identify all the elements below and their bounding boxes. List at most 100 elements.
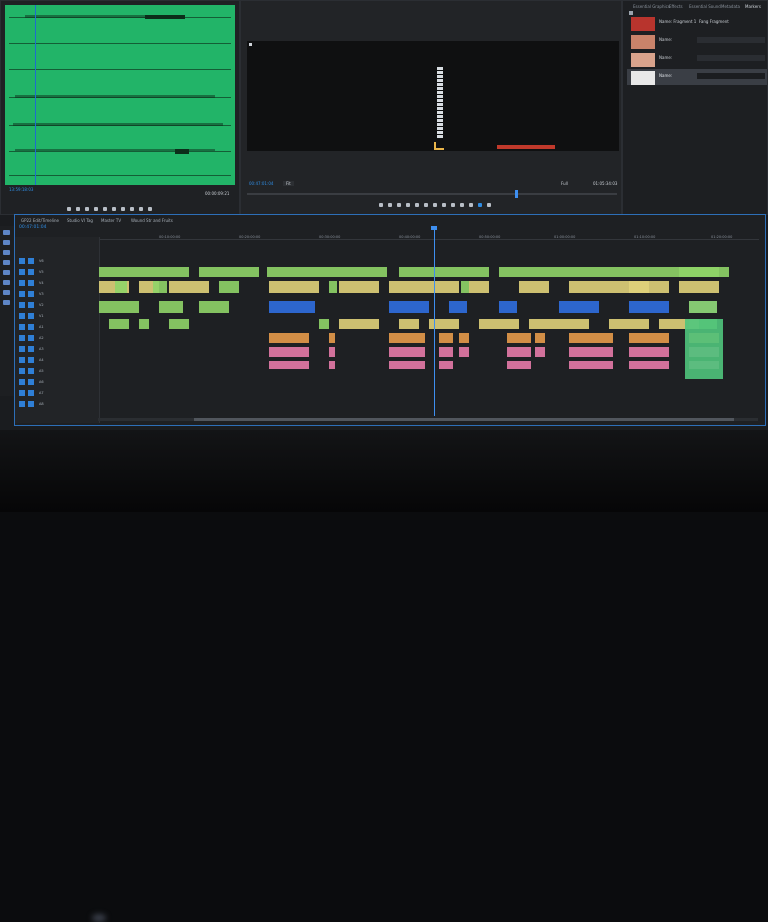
clip[interactable] bbox=[269, 347, 309, 357]
track-target-icon[interactable] bbox=[28, 324, 34, 330]
clip[interactable] bbox=[389, 347, 425, 357]
track-header-a2[interactable]: A2 bbox=[17, 334, 97, 343]
play-icon[interactable] bbox=[415, 203, 419, 207]
track-header-a6[interactable]: A6 bbox=[17, 378, 97, 387]
pen-tool-icon[interactable] bbox=[3, 280, 10, 285]
clip[interactable] bbox=[389, 333, 425, 343]
sequence-tab-active[interactable]: GP22 Edit/Timeline bbox=[21, 218, 59, 223]
program-viewer[interactable] bbox=[247, 41, 619, 151]
clip[interactable] bbox=[389, 361, 425, 369]
step-forward-icon[interactable] bbox=[112, 207, 116, 211]
lift-icon[interactable] bbox=[442, 203, 446, 207]
clip[interactable] bbox=[219, 281, 239, 293]
clip[interactable] bbox=[459, 333, 469, 343]
timeline-current-time[interactable]: 00:47:01:04 bbox=[19, 225, 46, 230]
sequence-tab[interactable]: Studio VI Tag bbox=[67, 218, 93, 223]
clip[interactable] bbox=[499, 301, 517, 313]
source-patch-icon[interactable] bbox=[19, 379, 25, 385]
slip-tool-icon[interactable] bbox=[3, 270, 10, 275]
export-frame-icon[interactable] bbox=[148, 207, 152, 211]
source-patch-icon[interactable] bbox=[19, 291, 25, 297]
marker-thumbnail[interactable] bbox=[631, 35, 655, 49]
tab-essential-graphics[interactable]: Essential Graphics bbox=[633, 4, 670, 9]
clip[interactable] bbox=[329, 347, 335, 357]
clip[interactable] bbox=[535, 347, 545, 357]
source-patch-icon[interactable] bbox=[19, 368, 25, 374]
tab-effects[interactable]: Effects bbox=[669, 4, 683, 9]
track-target-icon[interactable] bbox=[28, 302, 34, 308]
clip[interactable] bbox=[169, 281, 209, 293]
program-timecode[interactable]: 00:47:01:04 bbox=[249, 181, 273, 186]
time-ruler[interactable]: 00:10:00:00 00:20:00:00 00:30:00:00 00:4… bbox=[99, 229, 759, 240]
clip[interactable] bbox=[507, 347, 531, 357]
extract-icon[interactable] bbox=[451, 203, 455, 207]
clip[interactable] bbox=[199, 301, 229, 313]
marker-thumbnail[interactable] bbox=[631, 53, 655, 67]
marker-thumbnail[interactable] bbox=[631, 17, 655, 31]
selection-tool-icon[interactable] bbox=[3, 230, 10, 235]
track-header-a8[interactable]: A8 bbox=[17, 400, 97, 409]
razor-tool-icon[interactable] bbox=[3, 260, 10, 265]
clip[interactable] bbox=[449, 301, 467, 313]
zoom-fit-select[interactable]: Fit bbox=[283, 181, 294, 186]
track-header-a4[interactable]: A4 bbox=[17, 356, 97, 365]
clip[interactable] bbox=[629, 333, 669, 343]
clip[interactable] bbox=[685, 319, 723, 379]
clip[interactable] bbox=[339, 281, 379, 293]
clip[interactable] bbox=[461, 281, 469, 293]
track-target-icon[interactable] bbox=[28, 269, 34, 275]
track-target-icon[interactable] bbox=[28, 346, 34, 352]
clip[interactable] bbox=[629, 301, 669, 313]
play-icon[interactable] bbox=[103, 207, 107, 211]
track-header-a1[interactable]: A1 bbox=[17, 323, 97, 332]
track-target-icon[interactable] bbox=[28, 258, 34, 264]
scrollbar-thumb[interactable] bbox=[194, 418, 734, 421]
source-patch-icon[interactable] bbox=[19, 258, 25, 264]
clip[interactable] bbox=[389, 281, 459, 293]
clip[interactable] bbox=[139, 319, 149, 329]
timeline-horizontal-scrollbar[interactable] bbox=[98, 418, 758, 421]
step-forward-icon[interactable] bbox=[424, 203, 428, 207]
clip[interactable] bbox=[169, 319, 189, 329]
program-playhead[interactable] bbox=[515, 190, 518, 198]
hand-tool-icon[interactable] bbox=[3, 290, 10, 295]
step-back-icon[interactable] bbox=[406, 203, 410, 207]
sequence-tab[interactable]: Master TV bbox=[101, 218, 121, 223]
tab-metadata[interactable]: Metadata bbox=[721, 4, 740, 9]
source-patch-icon[interactable] bbox=[19, 335, 25, 341]
tab-markers[interactable]: Markers bbox=[745, 4, 761, 9]
mark-in-icon[interactable] bbox=[379, 203, 383, 207]
clip[interactable] bbox=[99, 267, 189, 277]
clip[interactable] bbox=[389, 301, 429, 313]
clip[interactable] bbox=[399, 267, 489, 277]
clip[interactable] bbox=[559, 301, 599, 313]
marker-comment-field[interactable] bbox=[697, 73, 765, 79]
clip[interactable] bbox=[339, 319, 379, 329]
timeline-playhead[interactable] bbox=[434, 228, 435, 416]
clip[interactable] bbox=[269, 281, 319, 293]
clip[interactable] bbox=[469, 281, 489, 293]
tab-essential-sound[interactable]: Essential Sound bbox=[689, 4, 721, 9]
mark-out-icon[interactable] bbox=[388, 203, 392, 207]
go-to-out-icon[interactable] bbox=[121, 207, 125, 211]
track-select-tool-icon[interactable] bbox=[3, 240, 10, 245]
clip[interactable] bbox=[479, 319, 519, 329]
source-patch-icon[interactable] bbox=[19, 313, 25, 319]
source-patch-icon[interactable] bbox=[19, 346, 25, 352]
clip[interactable] bbox=[115, 281, 127, 293]
go-to-out-icon[interactable] bbox=[433, 203, 437, 207]
clip[interactable] bbox=[153, 281, 167, 293]
source-patch-icon[interactable] bbox=[19, 269, 25, 275]
clip[interactable] bbox=[99, 301, 139, 313]
go-to-in-icon[interactable] bbox=[397, 203, 401, 207]
clip[interactable] bbox=[459, 347, 469, 357]
add-button-icon[interactable] bbox=[487, 203, 491, 207]
track-header-a5[interactable]: A5 bbox=[17, 367, 97, 376]
clip[interactable] bbox=[569, 333, 613, 343]
marker-comment-field[interactable] bbox=[697, 55, 765, 61]
clip[interactable] bbox=[269, 333, 309, 343]
clip[interactable] bbox=[507, 361, 531, 369]
program-scrubber[interactable] bbox=[247, 190, 617, 198]
track-header-v2[interactable]: V2 bbox=[17, 301, 97, 310]
clip[interactable] bbox=[269, 361, 309, 369]
